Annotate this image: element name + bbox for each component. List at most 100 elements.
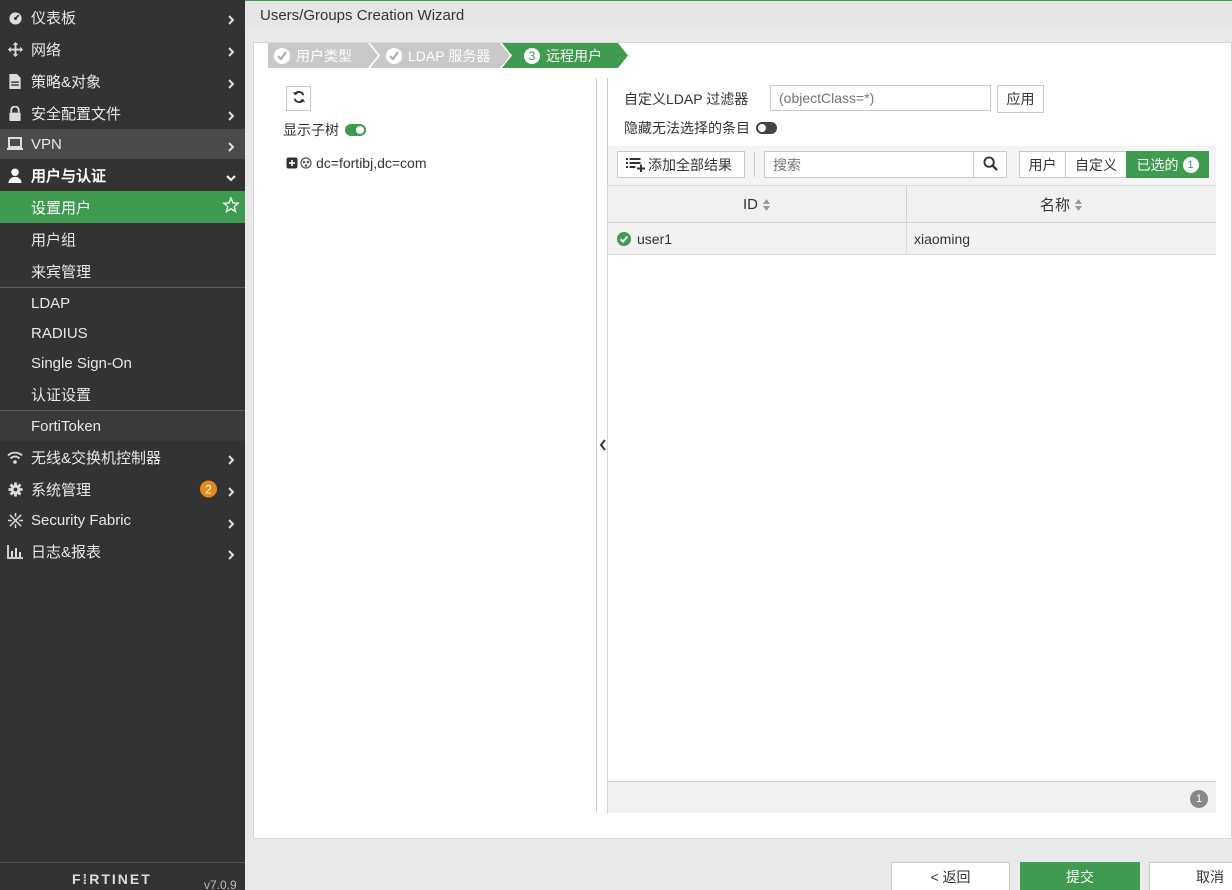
- result-count-badge: 1: [1190, 790, 1208, 808]
- fortinet-logo: F⁞RTINET: [72, 871, 152, 887]
- step-label: LDAP 服务器: [408, 47, 491, 64]
- policy-icon: [7, 73, 23, 89]
- brand-footer: F⁞RTINET v7.0.9: [0, 862, 245, 890]
- sidebar-item-user-definition[interactable]: 设置用户: [0, 191, 245, 223]
- search-button[interactable]: [973, 151, 1007, 178]
- sidebar-item-log-report[interactable]: 日志&报表: [0, 536, 245, 567]
- ldap-filter-input[interactable]: [770, 85, 991, 111]
- column-header-id[interactable]: ID: [608, 186, 906, 223]
- sidebar-item-ldap[interactable]: LDAP: [0, 288, 245, 318]
- check-circle-icon: [617, 232, 631, 246]
- column-label: 名称: [1039, 197, 1070, 214]
- show-subtree-toggle[interactable]: [345, 124, 366, 136]
- gear-icon: [7, 481, 23, 497]
- apply-button[interactable]: 应用: [997, 85, 1044, 113]
- sidebar-item-label: 系统管理: [31, 481, 92, 499]
- expand-icon[interactable]: [286, 157, 298, 169]
- sidebar-item-dashboard[interactable]: 仪表板: [0, 1, 245, 33]
- chevron-right-icon: [226, 516, 236, 529]
- sidebar-item-label: Single Sign-On: [31, 355, 132, 372]
- search-input[interactable]: [764, 151, 974, 178]
- cancel-button[interactable]: 取消: [1149, 862, 1232, 890]
- refresh-button[interactable]: [286, 86, 311, 111]
- submit-button[interactable]: 提交: [1020, 862, 1140, 890]
- step-label: 远程用户: [546, 47, 602, 64]
- sidebar-item-label: LDAP: [31, 294, 71, 312]
- sidebar-item-label: 无线&交换机控制器: [31, 449, 162, 467]
- sidebar-item-wifi-switch[interactable]: 无线&交换机控制器: [0, 441, 245, 473]
- chevron-right-icon: [226, 547, 236, 560]
- back-button[interactable]: < 返回: [891, 862, 1010, 890]
- show-subtree-label: 显示子树: [283, 122, 339, 138]
- cell-name-text: xiaoming: [914, 231, 971, 247]
- lock-icon: [7, 105, 23, 121]
- sidebar-item-label: 仪表板: [31, 9, 77, 27]
- check-circle-icon: [274, 47, 290, 64]
- tab-label: 自定义: [1075, 156, 1117, 173]
- sidebar-item-label: 认证设置: [31, 387, 92, 404]
- chevron-right-icon: [226, 484, 236, 497]
- tab-label: 已选的: [1136, 156, 1179, 173]
- chevron-down-icon: [226, 170, 236, 182]
- sidebar-item-label: 来宾管理: [31, 263, 92, 281]
- chevron-right-icon: [226, 108, 236, 121]
- sidebar-item-fortitoken[interactable]: FortiToken: [0, 411, 245, 441]
- check-circle-icon: [386, 47, 402, 64]
- chevron-right-icon: [226, 452, 236, 465]
- sort-icon: [762, 198, 771, 212]
- sidebar-item-system[interactable]: 系统管理 2: [0, 473, 245, 505]
- sidebar-item-auth-settings[interactable]: 认证设置: [0, 379, 245, 410]
- sidebar-item-label: FortiToken: [31, 417, 102, 435]
- step-number: 3: [524, 47, 540, 64]
- chevron-right-icon: [226, 139, 236, 152]
- laptop-icon: [7, 136, 23, 152]
- table-row[interactable]: user1 xiaoming: [608, 223, 1216, 255]
- sidebar-item-label: 日志&报表: [31, 544, 102, 561]
- tab-selected[interactable]: 已选的 1: [1126, 151, 1209, 178]
- notification-badge: 2: [200, 480, 217, 498]
- collapse-left-icon[interactable]: [599, 438, 607, 454]
- sidebar-item-label: 策略&对象: [31, 73, 102, 91]
- sidebar-item-guest-management[interactable]: 来宾管理: [0, 255, 245, 287]
- sidebar-item-label: 用户与认证: [31, 167, 107, 185]
- header-bar: Users/Groups Creation Wizard: [245, 0, 1232, 30]
- sidebar-item-policy[interactable]: 策略&对象: [0, 65, 245, 97]
- chevron-right-icon: [226, 76, 236, 89]
- cell-name: xiaoming: [914, 223, 970, 255]
- sidebar-item-radius[interactable]: RADIUS: [0, 318, 245, 348]
- hide-unselectable-toggle[interactable]: [756, 122, 777, 134]
- step-remote-users: 3 远程用户: [524, 43, 602, 68]
- sidebar-item-label: VPN: [31, 135, 62, 153]
- fabric-icon: [7, 513, 23, 529]
- table-header: ID 名称: [608, 186, 1216, 223]
- tree-node-label: dc=fortibj,dc=com: [316, 155, 427, 171]
- table-footer: 1: [608, 781, 1216, 813]
- chevron-right-icon: [226, 44, 236, 57]
- hide-unselectable-label: 隐藏无法选择的条目: [624, 120, 750, 136]
- search-icon: [982, 155, 998, 174]
- show-subtree: 显示子树: [283, 120, 366, 140]
- sidebar-item-vpn[interactable]: VPN: [0, 129, 245, 159]
- sidebar-item-network[interactable]: 网络: [0, 33, 245, 65]
- sidebar-item-user-auth[interactable]: 用户与认证: [0, 159, 245, 191]
- sidebar-item-label: 网络: [31, 41, 62, 59]
- sidebar-item-label: 安全配置文件: [31, 105, 122, 123]
- tree-root-node[interactable]: dc=fortibj,dc=com: [286, 155, 427, 171]
- column-header-name[interactable]: 名称: [907, 186, 1216, 223]
- tab-custom[interactable]: 自定义: [1065, 151, 1127, 178]
- sidebar-item-user-groups[interactable]: 用户组: [0, 223, 245, 255]
- tab-users[interactable]: 用户: [1019, 151, 1066, 178]
- page-title: Users/Groups Creation Wizard: [260, 7, 465, 24]
- step-label: 用户类型: [296, 47, 352, 64]
- add-all-results-button[interactable]: 添加全部结果: [617, 151, 745, 178]
- wifi-icon: [7, 449, 23, 465]
- divider: [906, 223, 907, 255]
- star-icon[interactable]: [221, 196, 241, 217]
- column-label: ID: [743, 196, 758, 213]
- dashboard-icon: [7, 9, 23, 25]
- user-icon: [7, 167, 23, 183]
- tab-label: 用户: [1028, 156, 1057, 173]
- sidebar-item-single-sign-on[interactable]: Single Sign-On: [0, 348, 245, 379]
- sidebar-item-security-profiles[interactable]: 安全配置文件: [0, 97, 245, 129]
- sidebar-item-security-fabric[interactable]: Security Fabric: [0, 505, 245, 536]
